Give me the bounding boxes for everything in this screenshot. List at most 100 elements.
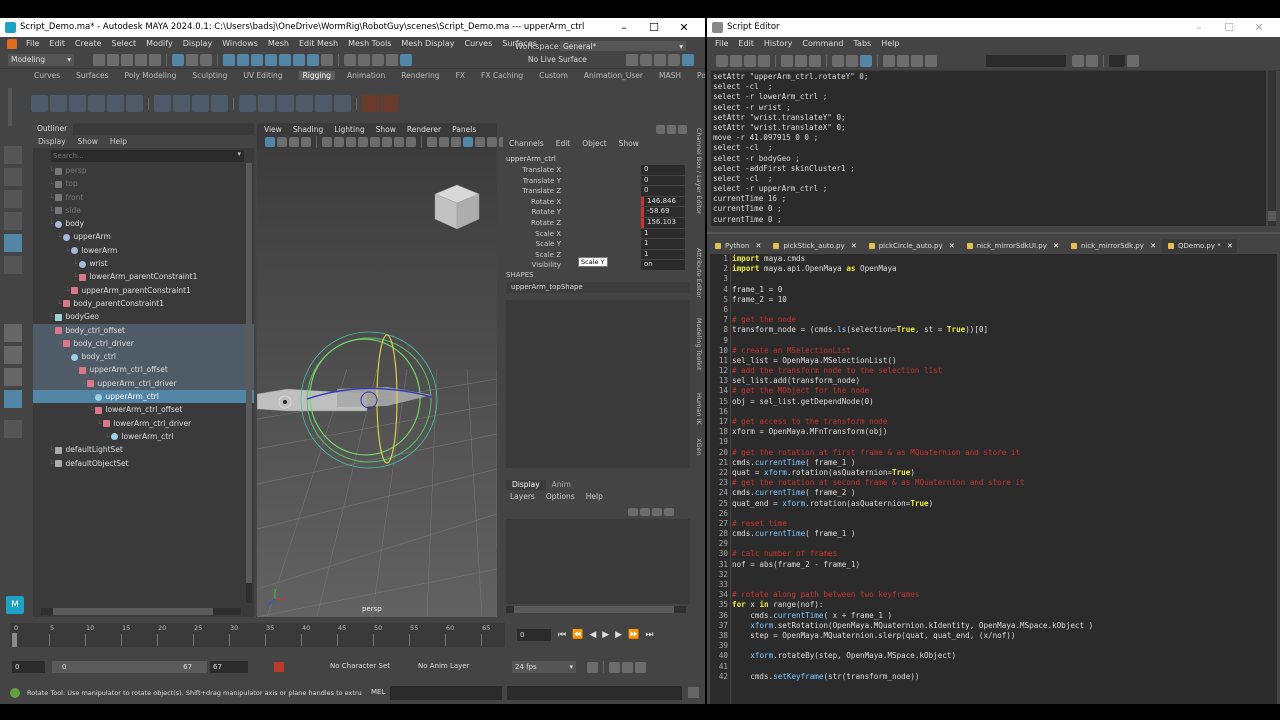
close-icon[interactable]: ✕ [1244, 18, 1274, 37]
film-gate-icon[interactable] [334, 137, 344, 147]
outliner-item-lowerarm-ctrl[interactable]: └ lowerArm_ctrl [33, 430, 254, 443]
history-pane[interactable]: setAttr "upperArm_ctrl.rotateY" 0; select… [711, 71, 1266, 226]
outliner-item-body[interactable]: └ body [33, 217, 254, 230]
channel-value[interactable]: 0 [641, 186, 685, 196]
save-script-icon[interactable] [744, 55, 756, 67]
bookmark-icon[interactable] [289, 137, 299, 147]
custom-tool-b-icon[interactable] [381, 95, 398, 112]
minimize-icon[interactable]: – [609, 18, 639, 37]
new-layer-icon[interactable] [652, 507, 662, 516]
minimize-icon[interactable]: – [1184, 18, 1214, 37]
single-pane-icon[interactable] [4, 324, 22, 342]
parent-constraint-icon[interactable] [239, 95, 256, 112]
outliner-item-wrist[interactable]: └ wrist [33, 257, 254, 270]
panel-layout-icon[interactable] [654, 54, 666, 66]
menu-edit-mesh[interactable]: Edit Mesh [299, 39, 338, 48]
channel-translate-y[interactable]: Translate Y 0 [503, 175, 691, 187]
outliner-item-body-ctrl-offset[interactable]: └ body_ctrl_offset [33, 323, 254, 337]
snap-plane-icon[interactable] [293, 54, 305, 66]
close-tab-icon[interactable]: ✕ [753, 242, 761, 250]
channel-menu-edit[interactable]: Edit [556, 139, 571, 148]
human-ik-icon[interactable] [126, 95, 143, 112]
shelf-gear-icon[interactable] [8, 88, 12, 126]
outliner-menu-display[interactable]: Display [38, 137, 66, 146]
channel-rotate-z[interactable]: Rotate Z 156.103 [503, 217, 691, 229]
close-tab-icon[interactable]: ✕ [849, 242, 857, 250]
clear-all-icon[interactable] [809, 55, 821, 67]
script-tab-pickcircle-auto-py[interactable]: pickCircle_auto.py ✕ [863, 239, 959, 253]
skin-bind-icon[interactable] [211, 95, 228, 112]
current-frame-field[interactable]: 0 [517, 629, 551, 641]
search-icon[interactable] [4, 420, 22, 438]
outliner-menu-help[interactable]: Help [110, 137, 127, 146]
scale-tool-icon[interactable] [4, 256, 22, 274]
se-menu-command[interactable]: Command [802, 39, 843, 48]
hypershade-icon[interactable] [386, 54, 398, 66]
side-tab-channel-box-layer-editor[interactable]: Channel Box / Layer Editor [695, 128, 703, 215]
scale-constraint-icon[interactable] [296, 95, 313, 112]
select-tool-icon[interactable] [4, 146, 22, 164]
save-scene-icon[interactable] [121, 54, 133, 66]
channel-value[interactable]: 1 [641, 228, 685, 239]
wrap-icon[interactable] [173, 95, 190, 112]
custom-tool-a-icon[interactable] [362, 95, 379, 112]
outliner-search[interactable]: ▾ [51, 150, 244, 162]
side-tab-human-ik[interactable]: Human IK [695, 393, 703, 425]
goto-line-input[interactable] [1109, 55, 1125, 67]
channel-translate-x[interactable]: Translate X 0 [503, 165, 691, 176]
locator-icon[interactable] [88, 95, 105, 112]
shelf-tab-fx[interactable]: FX [456, 71, 465, 80]
magnet-icon[interactable] [307, 54, 319, 66]
joint-tool-icon[interactable] [31, 95, 48, 112]
script-tab-qdemo-py[interactable]: QDemo.py * ✕ [1162, 239, 1237, 253]
smooth-shade-icon[interactable] [370, 137, 380, 147]
script-tab-nick-mirrorsdk-py[interactable]: nick_mirrorSdk.py ✕ [1065, 239, 1160, 253]
current-time-indicator[interactable] [12, 633, 17, 647]
end-time-field[interactable]: 67 [210, 661, 248, 673]
viewport-menu-panels[interactable]: Panels [452, 125, 476, 134]
close-icon[interactable]: ✕ [669, 18, 699, 37]
outliner-search-input[interactable] [51, 150, 244, 162]
new-scene-icon[interactable] [93, 54, 105, 66]
channel-rotate-y[interactable]: Rotate Y -58.69 [503, 207, 691, 218]
move-layer-up-icon[interactable] [628, 507, 638, 516]
mel-label[interactable]: MEL [371, 688, 385, 696]
camera-attr-icon[interactable] [277, 137, 287, 147]
channel-menu-show[interactable]: Show [619, 139, 639, 148]
move-tool-icon[interactable] [4, 212, 22, 230]
splitter[interactable] [707, 232, 1280, 234]
outliner-item-front[interactable]: └ front [33, 191, 254, 204]
shelf-tab-sculpting[interactable]: Sculpting [192, 71, 227, 80]
home-icon[interactable] [7, 39, 17, 49]
resolution-gate-icon[interactable] [346, 137, 356, 147]
shelf-tab-rigging[interactable]: Rigging [298, 71, 335, 80]
modeling-toolkit-icon[interactable] [668, 54, 680, 66]
camera-select-icon[interactable] [265, 137, 275, 147]
ik-handle-icon[interactable] [50, 95, 67, 112]
layer-tab-anim[interactable]: Anim [546, 480, 577, 490]
lasso-tool-icon[interactable] [4, 168, 22, 186]
play-icon[interactable]: ▶ [602, 630, 615, 640]
menu-display[interactable]: Display [183, 39, 213, 48]
time-slider[interactable]: 0 5 10 15 20 25 30 35 40 45 50 55 60 65 0 ⏮⏪◀▶▶⏩⏭ [0, 621, 705, 651]
select-component-icon[interactable] [200, 54, 212, 66]
shelf-tab-uv-editing[interactable]: UV Editing [243, 71, 282, 80]
outliner-item-body-ctrl-driver[interactable]: └ body_ctrl_driver [33, 336, 254, 351]
grid-icon[interactable] [322, 137, 332, 147]
blendshape-icon[interactable] [192, 95, 209, 112]
isolate-icon[interactable] [427, 137, 437, 147]
outliner-item-top[interactable]: └ top [33, 177, 254, 190]
redo-icon[interactable] [149, 54, 161, 66]
outliner-scrollbar[interactable] [246, 163, 252, 603]
panel-outliner-icon[interactable] [487, 137, 497, 147]
cluster-icon[interactable] [107, 95, 124, 112]
channel-value[interactable]: 156.103 [641, 217, 685, 228]
history-scrollbar[interactable] [1268, 71, 1276, 226]
menu-windows[interactable]: Windows [222, 39, 258, 48]
shelf-tab-polygor[interactable]: Polygor [697, 71, 705, 80]
ipr-icon[interactable] [358, 54, 370, 66]
echo-all-icon[interactable] [883, 55, 895, 67]
show-both-icon[interactable] [860, 55, 872, 67]
outliner-item-lowerarm-parentconstraint1[interactable]: └ lowerArm_parentConstraint1 [33, 270, 254, 283]
side-tab-xgen[interactable]: XGen [695, 438, 703, 456]
